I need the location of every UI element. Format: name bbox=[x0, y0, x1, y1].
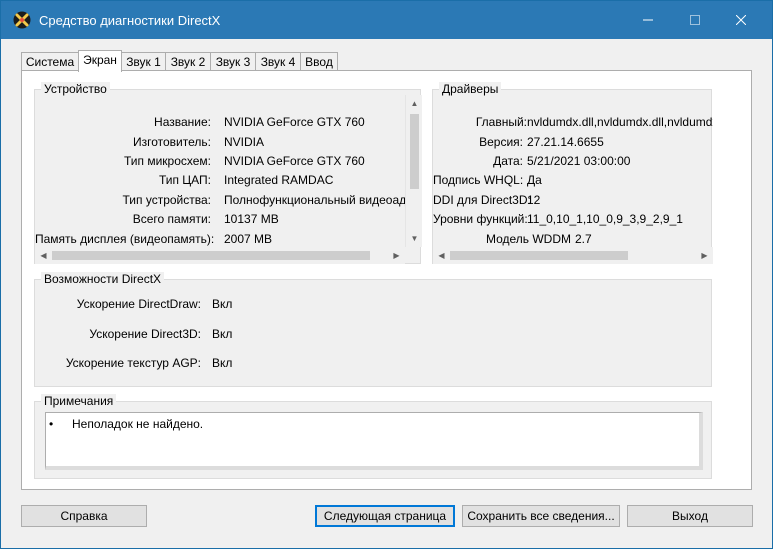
driver-whql-value: Да bbox=[527, 173, 542, 187]
directdraw-accel-value: Вкл bbox=[212, 297, 233, 311]
notes-group-title: Примечания bbox=[41, 394, 117, 408]
device-name-label: Название: bbox=[154, 115, 211, 129]
display-tab-panel: Устройство Название: NVIDIA GeForce GTX … bbox=[21, 70, 752, 490]
tab-display[interactable]: Экран bbox=[78, 50, 122, 72]
next-page-button[interactable]: Следующая страница bbox=[315, 505, 455, 527]
title-bar[interactable]: Средство диагностики DirectX bbox=[1, 1, 772, 39]
device-hscroll-thumb[interactable] bbox=[52, 251, 370, 260]
direct3d-accel-label: Ускорение Direct3D: bbox=[89, 327, 201, 341]
driver-feature-levels-value: 11_0,10_1,10_0,9_3,9_2,9_1 bbox=[527, 212, 683, 226]
tab-sound-4[interactable]: Звук 4 bbox=[255, 52, 301, 71]
driver-wddm-value: 2.7 bbox=[575, 232, 592, 246]
driver-ddi-value: 12 bbox=[527, 193, 541, 207]
window-title: Средство диагностики DirectX bbox=[39, 13, 221, 28]
close-button[interactable] bbox=[718, 1, 764, 39]
help-button[interactable]: Справка bbox=[21, 505, 147, 527]
driver-feature-levels-label: Уровни функций: bbox=[433, 212, 528, 226]
tab-sound-2[interactable]: Звук 2 bbox=[165, 52, 211, 71]
close-icon bbox=[736, 15, 746, 25]
maximize-icon bbox=[690, 15, 700, 25]
driver-whql-label: Подпись WHQL: bbox=[433, 173, 524, 187]
notes-textbox[interactable]: • Неполадок не найдено. bbox=[45, 412, 703, 470]
tab-sound-3[interactable]: Звук 3 bbox=[210, 52, 256, 71]
notes-bullet: • bbox=[49, 417, 54, 431]
device-group: Устройство Название: NVIDIA GeForce GTX … bbox=[34, 82, 422, 264]
device-type-value: Полнофункциональный видеоадап bbox=[224, 193, 405, 207]
device-dac-type-label: Тип ЦАП: bbox=[158, 173, 211, 187]
device-manufacturer-value: NVIDIA bbox=[224, 135, 265, 149]
driver-date-value: 5/21/2021 03:00:00 bbox=[527, 154, 631, 168]
drivers-horizontal-scrollbar[interactable]: ◀ ▶ bbox=[433, 247, 713, 264]
maximize-button[interactable] bbox=[672, 1, 718, 39]
device-display-memory-value: 2007 MB bbox=[224, 232, 273, 246]
device-name-value: NVIDIA GeForce GTX 760 bbox=[224, 115, 365, 129]
directdraw-accel-label: Ускорение DirectDraw: bbox=[76, 297, 201, 311]
driver-wddm-label: Модель WDDM bbox=[485, 232, 571, 246]
driver-version-value: 27.21.14.6655 bbox=[527, 135, 604, 149]
save-all-info-button[interactable]: Сохранить все сведения... bbox=[462, 505, 620, 527]
device-total-memory-value: 10137 MB bbox=[224, 212, 279, 226]
tab-input[interactable]: Ввод bbox=[300, 52, 338, 71]
scroll-left-icon[interactable]: ◀ bbox=[35, 247, 52, 264]
driver-main-value: nvldumdx.dll,nvldumdx.dll,nvldumdx.d bbox=[527, 115, 713, 129]
dxdiag-window: Средство диагностики DirectX Система Экр… bbox=[0, 0, 773, 549]
device-manufacturer-label: Изготовитель: bbox=[133, 135, 211, 149]
scroll-down-icon[interactable]: ▼ bbox=[406, 230, 423, 247]
device-display-memory-label: Память дисплея (видеопамять): bbox=[35, 232, 215, 246]
agp-accel-label: Ускорение текстур AGP: bbox=[65, 356, 201, 370]
device-vertical-scrollbar[interactable]: ▲ ▼ bbox=[405, 95, 422, 247]
device-type-label: Тип устройства: bbox=[122, 193, 212, 207]
driver-date-label: Дата: bbox=[493, 154, 523, 168]
features-group-title: Возможности DirectX bbox=[41, 272, 165, 286]
scroll-up-icon[interactable]: ▲ bbox=[406, 95, 423, 112]
driver-main-label: Главный: bbox=[475, 115, 527, 129]
device-horizontal-scrollbar[interactable]: ◀ ▶ bbox=[35, 247, 405, 264]
direct3d-accel-value: Вкл bbox=[212, 327, 233, 341]
scroll-right-icon[interactable]: ▶ bbox=[696, 247, 713, 264]
device-chip-type-value: NVIDIA GeForce GTX 760 bbox=[224, 154, 365, 168]
driver-ddi-label: DDI для Direct3D: bbox=[433, 193, 531, 207]
driver-version-label: Версия: bbox=[479, 135, 523, 149]
directx-features-group: Возможности DirectX Ускорение DirectDraw… bbox=[34, 272, 712, 387]
minimize-icon bbox=[643, 19, 653, 21]
device-total-memory-label: Всего памяти: bbox=[132, 212, 211, 226]
tab-sound-1[interactable]: Звук 1 bbox=[121, 52, 166, 71]
device-vscroll-thumb[interactable] bbox=[410, 114, 419, 189]
drivers-group-title: Драйверы bbox=[439, 82, 502, 96]
drivers-hscroll-thumb[interactable] bbox=[450, 251, 628, 260]
agp-accel-value: Вкл bbox=[212, 356, 233, 370]
tab-system[interactable]: Система bbox=[21, 52, 79, 71]
scroll-right-icon[interactable]: ▶ bbox=[388, 247, 405, 264]
drivers-group: Драйверы Главный: nvldumdx.dll,nvldumdx.… bbox=[432, 82, 713, 264]
device-dac-type-value: Integrated RAMDAC bbox=[224, 173, 334, 187]
scroll-left-icon[interactable]: ◀ bbox=[433, 247, 450, 264]
directx-app-icon bbox=[13, 11, 31, 29]
notes-text: Неполадок не найдено. bbox=[72, 417, 204, 431]
device-group-title: Устройство bbox=[41, 82, 110, 96]
exit-button[interactable]: Выход bbox=[627, 505, 753, 527]
notes-group: Примечания • Неполадок не найдено. bbox=[34, 394, 712, 479]
device-chip-type-label: Тип микросхем: bbox=[123, 154, 211, 168]
minimize-button[interactable] bbox=[625, 1, 671, 39]
